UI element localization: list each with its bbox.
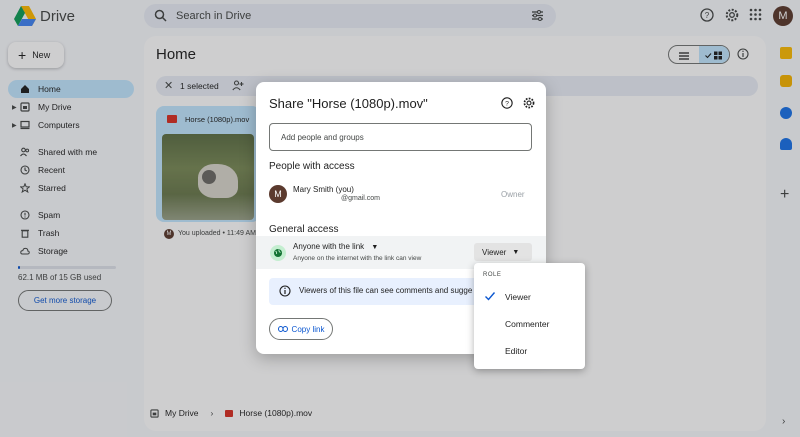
help-icon[interactable]: ?: [501, 97, 513, 109]
role-option-label: Viewer: [505, 292, 531, 302]
person-name: Mary Smith (you): [293, 185, 354, 194]
copy-link-button[interactable]: Copy link: [269, 318, 333, 340]
share-dialog-title: Share "Horse (1080p).mov": [269, 96, 428, 111]
info-banner-text: Viewers of this file can see comments an…: [299, 286, 473, 295]
role-option-viewer[interactable]: Viewer: [474, 287, 585, 307]
role-menu: ROLE Viewer Commenter Editor: [474, 263, 585, 369]
role-option-label: Commenter: [505, 319, 550, 329]
caret-down-icon: ▼: [512, 248, 520, 256]
add-people-placeholder: Add people and groups: [281, 133, 364, 142]
avatar: M: [269, 185, 287, 203]
settings-icon[interactable]: [523, 97, 535, 109]
access-option-label: Anyone with the link: [293, 242, 365, 251]
owner-role-label: Owner: [501, 190, 525, 199]
role-option-editor[interactable]: Editor: [474, 341, 585, 361]
globe-icon: [270, 245, 286, 261]
link-icon: [277, 326, 288, 332]
checkmark-icon: [485, 292, 496, 301]
role-dropdown-label: Viewer: [482, 247, 507, 257]
access-option-dropdown[interactable]: Anyone with the link ▼: [293, 242, 378, 251]
copy-link-label: Copy link: [291, 324, 325, 334]
person-email: @gmail.com: [341, 195, 381, 202]
people-with-access-heading: People with access: [269, 161, 355, 172]
add-people-input[interactable]: Add people and groups: [269, 123, 532, 151]
role-dropdown[interactable]: Viewer ▼: [474, 243, 532, 261]
access-description: Anyone on the internet with the link can…: [293, 255, 422, 262]
role-option-label: Editor: [505, 346, 528, 356]
caret-down-icon: ▼: [371, 244, 379, 251]
role-option-commenter[interactable]: Commenter: [474, 314, 585, 334]
general-access-heading: General access: [269, 224, 339, 235]
role-menu-heading: ROLE: [483, 272, 502, 278]
svg-text:?: ?: [505, 101, 509, 108]
info-icon: [279, 285, 291, 297]
